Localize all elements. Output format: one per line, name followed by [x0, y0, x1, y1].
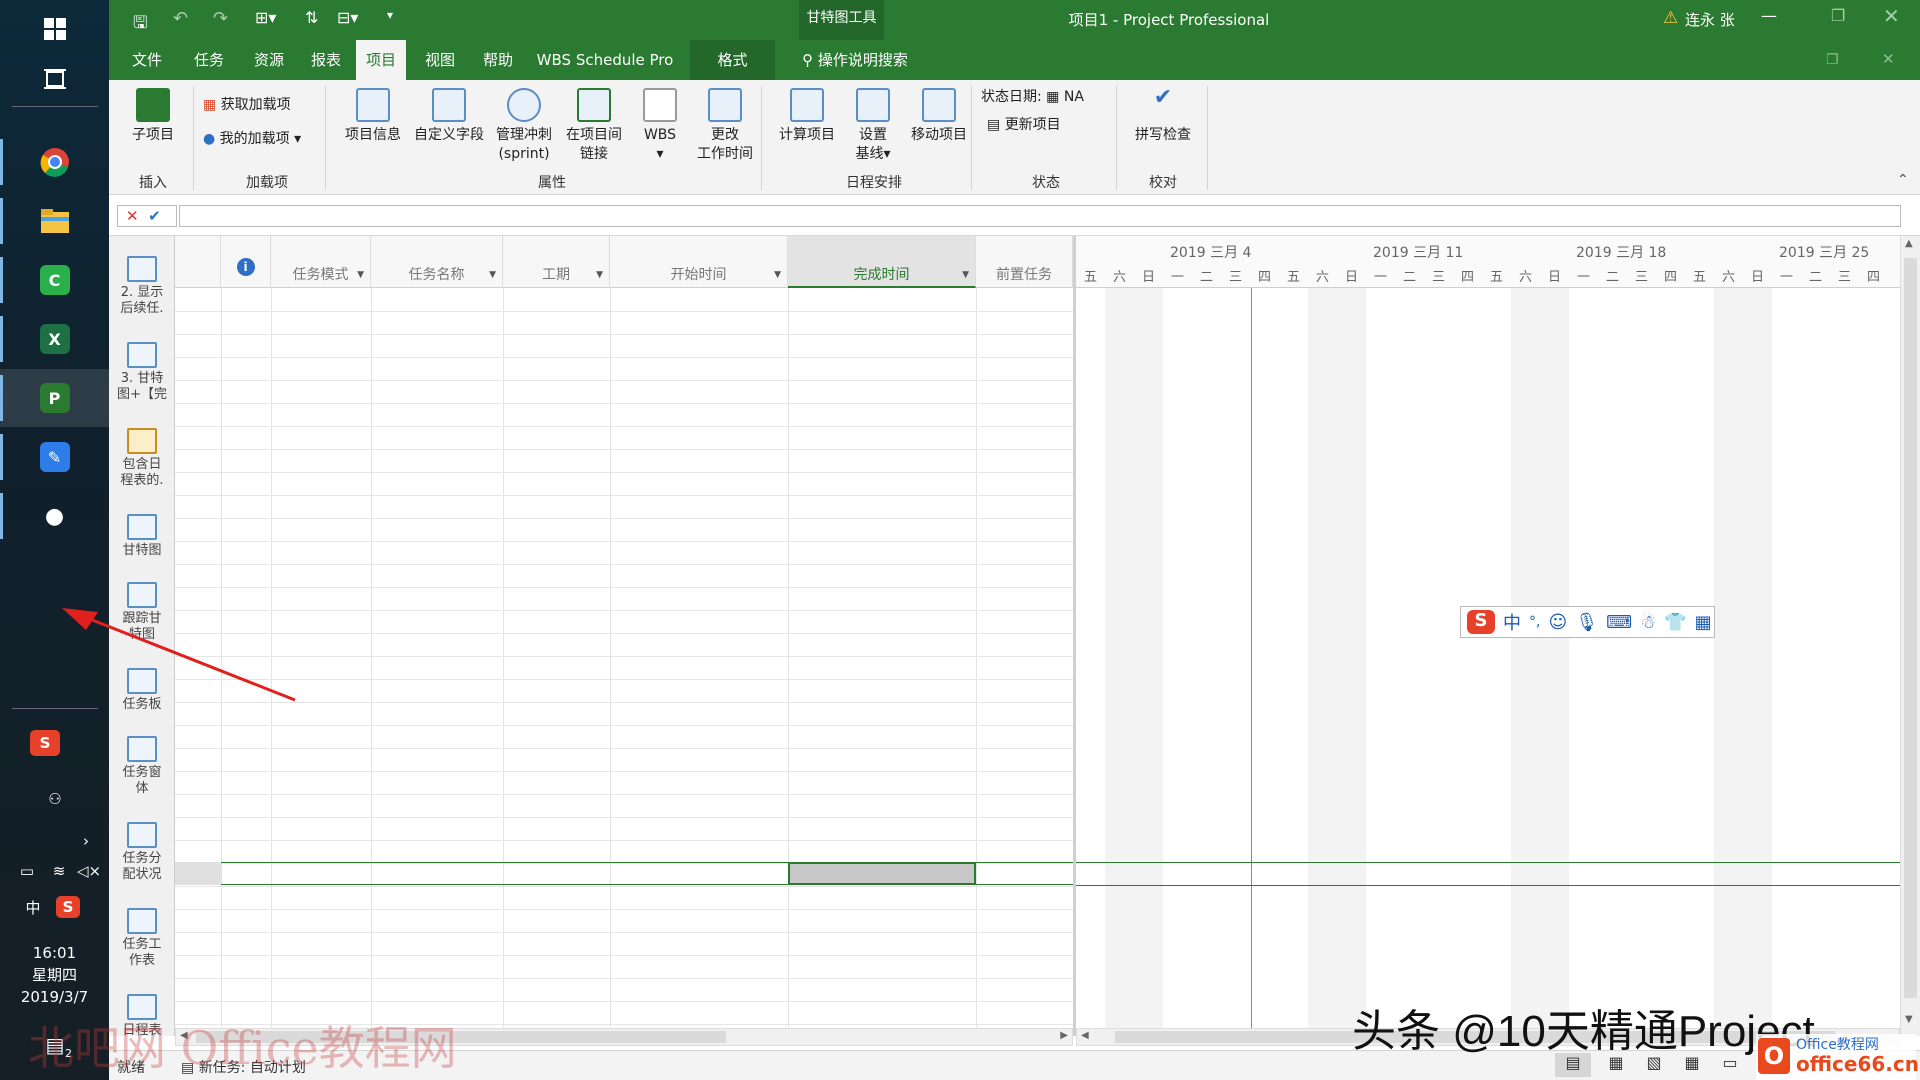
logo-top-text: Office教程网 [1796, 1037, 1879, 1053]
watermark-left: 北吧网 Office教程网 [28, 1021, 457, 1075]
logo-text: office66.cn [1796, 1052, 1919, 1076]
watermark-toutiao: 头条 @10天精通Project [1352, 1007, 1815, 1056]
annotation-arrow [62, 608, 296, 702]
office66-logo: O Office教程网 office66.cn [1756, 1034, 1919, 1080]
office-logo-icon: O [1758, 1038, 1790, 1074]
